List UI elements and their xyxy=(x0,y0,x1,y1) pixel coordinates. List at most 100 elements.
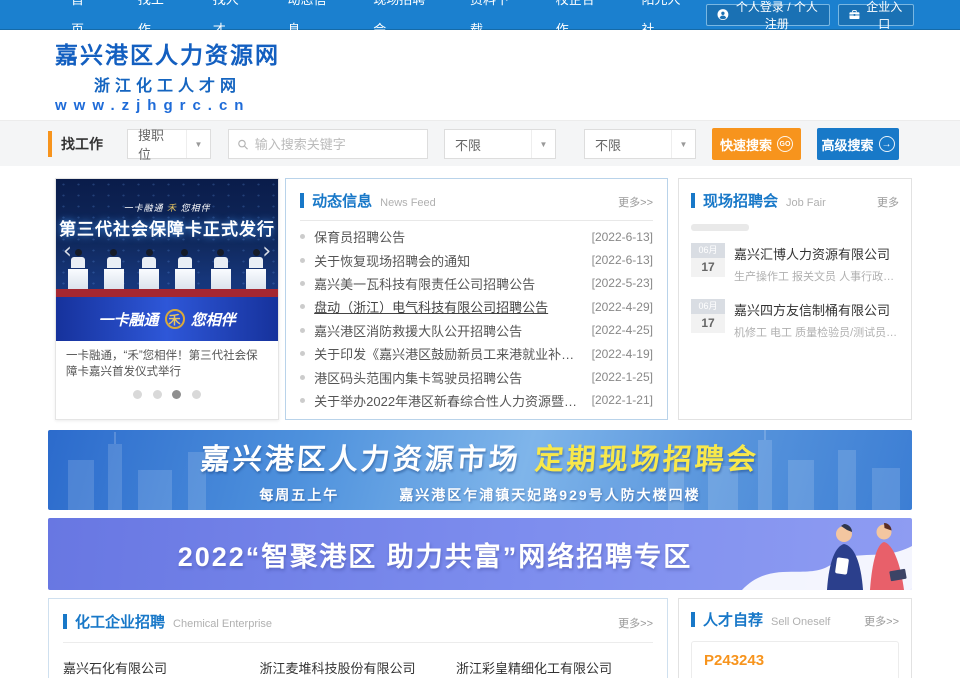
news-date: [2022-6-13] xyxy=(592,230,653,244)
site-subtitle: 浙江化工人才网 xyxy=(55,72,280,96)
news-link[interactable]: 嘉兴美一瓦科技有限责任公司招聘公告 xyxy=(314,274,591,293)
news-link[interactable]: 保育员招聘公告 xyxy=(314,227,591,246)
banner1-subtitle: 每周五上午嘉兴港区乍浦镇天妃路929号人防大楼四楼 xyxy=(259,485,700,505)
carousel-next-icon[interactable]: › xyxy=(262,241,271,263)
enterprise-entry-button[interactable]: 企业入口 xyxy=(838,4,914,26)
carousel-dot[interactable] xyxy=(153,390,162,399)
slider-handle[interactable] xyxy=(691,224,749,231)
date-badge: 06月 17 xyxy=(691,243,725,284)
news-link[interactable]: 关于印发《嘉兴港区鼓励新员工来港就业补助操作... xyxy=(314,344,591,363)
divider xyxy=(63,642,653,643)
fair-company[interactable]: 嘉兴汇博人力资源有限公司 xyxy=(734,244,899,263)
talent-panel: 人才自荐 Sell Oneself 更多>> P243243 男 ｜ 嘉兴市->… xyxy=(678,598,912,678)
slide-headline: 第三代社会保障卡正式发行 xyxy=(56,215,278,240)
carousel-prev-icon[interactable]: ‹ xyxy=(63,241,72,263)
he-emblem-icon: 禾 xyxy=(165,309,185,329)
company-name[interactable]: 嘉兴石化有限公司 xyxy=(63,658,259,677)
top-navbar: 首 页 找工作 找人才 动态信息 现场招聘会 资料下载 校企合作 阳光人社 个人… xyxy=(0,0,960,30)
search-input[interactable] xyxy=(255,137,419,152)
chevron-down-icon: ▼ xyxy=(531,130,555,158)
talent-subtitle: Sell Oneself xyxy=(771,616,830,628)
news-title: 动态信息 xyxy=(312,190,372,211)
section-accent-bar xyxy=(63,614,67,629)
news-link[interactable]: 嘉兴港区消防救援大队公开招聘公告 xyxy=(314,321,591,340)
bullet-icon xyxy=(300,304,305,309)
news-link[interactable]: 关于举办2022年港区新春综合性人力资源暨春风... xyxy=(314,391,591,410)
search-category-value: 搜职位 xyxy=(128,125,186,163)
company-name[interactable]: 浙江麦堆科技股份有限公司 xyxy=(259,658,455,677)
news-more-link[interactable]: 更多>> xyxy=(618,194,653,210)
personal-login-button[interactable]: 个人登录 / 个人注册 xyxy=(706,4,829,26)
online-recruitment-banner[interactable]: 2022“智聚港区 助力共富”网络招聘专区 xyxy=(48,518,912,590)
nav-job-fair[interactable]: 现场招聘会 xyxy=(352,0,449,45)
talent-more-link[interactable]: 更多>> xyxy=(864,613,899,629)
carousel-dot-active[interactable] xyxy=(172,390,181,399)
nav-school-enterprise[interactable]: 校企合作 xyxy=(535,0,621,45)
badge-day: 17 xyxy=(691,258,725,277)
news-date: [2022-6-13] xyxy=(592,253,653,267)
filter-select-2[interactable]: 不限 ▼ xyxy=(584,129,696,159)
job-fair-item[interactable]: 06月 17 嘉兴四方友信制桶有限公司 机修工 电工 质量检验员/测试员 叉车.… xyxy=(691,299,899,340)
news-date: [2022-4-19] xyxy=(592,347,653,361)
bullet-icon xyxy=(300,328,305,333)
job-fair-banner[interactable]: 嘉兴港区人力资源市场定期现场招聘会 每周五上午嘉兴港区乍浦镇天妃路929号人防大… xyxy=(48,430,912,510)
nav-sunshine-hr[interactable]: 阳光人社 xyxy=(620,0,706,45)
site-url: www.zjhgrc.cn xyxy=(55,97,280,114)
arrow-right-icon: → xyxy=(879,136,895,152)
news-item[interactable]: 嘉兴美一瓦科技有限责任公司招聘公告 [2022-5-23] xyxy=(300,272,653,295)
personal-login-label: 个人登录 / 个人注册 xyxy=(735,0,819,32)
news-item[interactable]: 嘉兴港区消防救援大队公开招聘公告 [2022-4-25] xyxy=(300,319,653,342)
news-item[interactable]: 关于恢复现场招聘会的通知 [2022-6-13] xyxy=(300,248,653,271)
slide-stage-edge xyxy=(56,289,278,297)
site-title: 嘉兴港区人力资源网 xyxy=(55,36,280,70)
advanced-search-label: 高级搜索 xyxy=(821,135,873,154)
news-item[interactable]: 港区码头范围内集卡驾驶员招聘公告 [2022-1-25] xyxy=(300,365,653,388)
section-accent-bar xyxy=(691,193,695,208)
news-link[interactable]: 港区码头范围内集卡驾驶员招聘公告 xyxy=(314,368,591,387)
news-link[interactable]: 盘动（浙江）电气科技有限公司招聘公告 xyxy=(314,297,591,316)
orange-accent-bar xyxy=(48,131,52,157)
nav-downloads[interactable]: 资料下载 xyxy=(449,0,535,45)
job-fair-more-link[interactable]: 更多 xyxy=(877,194,899,210)
news-item[interactable]: 关于举办2022年港区新春综合性人力资源暨春风... [2022-1-21] xyxy=(300,389,653,412)
fair-jobs: 生产操作工 报关文员 人事行政助理... xyxy=(734,268,899,284)
talent-id[interactable]: P243243 xyxy=(704,652,886,669)
news-item[interactable]: 关于印发《嘉兴港区鼓励新员工来港就业补助操作... [2022-4-19] xyxy=(300,342,653,365)
news-link[interactable]: 关于恢复现场招聘会的通知 xyxy=(314,251,591,270)
quick-search-button[interactable]: 快速搜索 GO xyxy=(712,128,801,160)
company-name[interactable]: 浙江彩皇精细化工有限公司 xyxy=(456,658,652,677)
news-subtitle: News Feed xyxy=(380,197,436,209)
banner2-title: 2022“智聚港区 助力共富”网络招聘专区 xyxy=(178,535,693,574)
chemical-company-card[interactable]: 浙江彩皇精细化工有限公司 普工（制造科） 营业担当 xyxy=(456,658,652,678)
badge-day: 17 xyxy=(691,314,725,333)
filter-select-1[interactable]: 不限 ▼ xyxy=(444,129,556,159)
briefcase-icon xyxy=(849,8,860,21)
site-logo[interactable]: 嘉兴港区人力资源网 浙江化工人才网 www.zjhgrc.cn xyxy=(55,36,280,114)
date-badge: 06月 17 xyxy=(691,299,725,340)
search-strip: 找工作 搜职位 ▼ 不限 ▼ 不限 ▼ 快速搜索 GO 高级搜索 → xyxy=(0,120,960,166)
news-item[interactable]: 保育员招聘公告 [2022-6-13] xyxy=(300,225,653,248)
section-accent-bar xyxy=(300,193,304,208)
carousel-slide-image[interactable]: 一卡融通 禾 您相伴 第三代社会保障卡正式发行 一卡融通 禾 您相伴 ‹ › xyxy=(56,179,278,341)
carousel-caption[interactable]: 一卡融通，“禾”您相伴！第三代社会保障卡嘉兴首发仪式举行 xyxy=(56,341,278,382)
job-fair-title: 现场招聘会 xyxy=(703,190,778,211)
chemical-more-link[interactable]: 更多>> xyxy=(618,615,653,631)
people-illustration xyxy=(732,518,912,590)
go-badge-icon: GO xyxy=(777,136,793,152)
chemical-title: 化工企业招聘 xyxy=(75,611,165,632)
job-fair-item[interactable]: 06月 17 嘉兴汇博人力资源有限公司 生产操作工 报关文员 人事行政助理... xyxy=(691,243,899,284)
chemical-company-card[interactable]: 嘉兴石化有限公司 工艺员 设备管理 门卫（残疾工） xyxy=(63,658,259,678)
bullet-icon xyxy=(300,258,305,263)
carousel-dots xyxy=(56,382,278,410)
news-item[interactable]: 盘动（浙江）电气科技有限公司招聘公告 [2022-4-29] xyxy=(300,295,653,318)
carousel-dot[interactable] xyxy=(133,390,142,399)
advanced-search-button[interactable]: 高级搜索 → xyxy=(817,128,899,160)
fair-company[interactable]: 嘉兴四方友信制桶有限公司 xyxy=(734,300,899,319)
carousel-dot[interactable] xyxy=(192,390,201,399)
bullet-icon xyxy=(300,398,305,403)
main-content-row: 一卡融通 禾 您相伴 第三代社会保障卡正式发行 一卡融通 禾 您相伴 ‹ › xyxy=(48,178,912,420)
talent-card[interactable]: P243243 男 ｜ 嘉兴市->嘉兴港区 ｜ 八年以上 xyxy=(691,641,899,678)
search-category-select[interactable]: 搜职位 ▼ xyxy=(127,129,211,159)
slide-tagline: 一卡融通 禾 您相伴 xyxy=(56,201,278,214)
chemical-company-card[interactable]: 浙江麦堆科技股份有限公司 销售专员 会计 土建主管 xyxy=(259,658,455,678)
